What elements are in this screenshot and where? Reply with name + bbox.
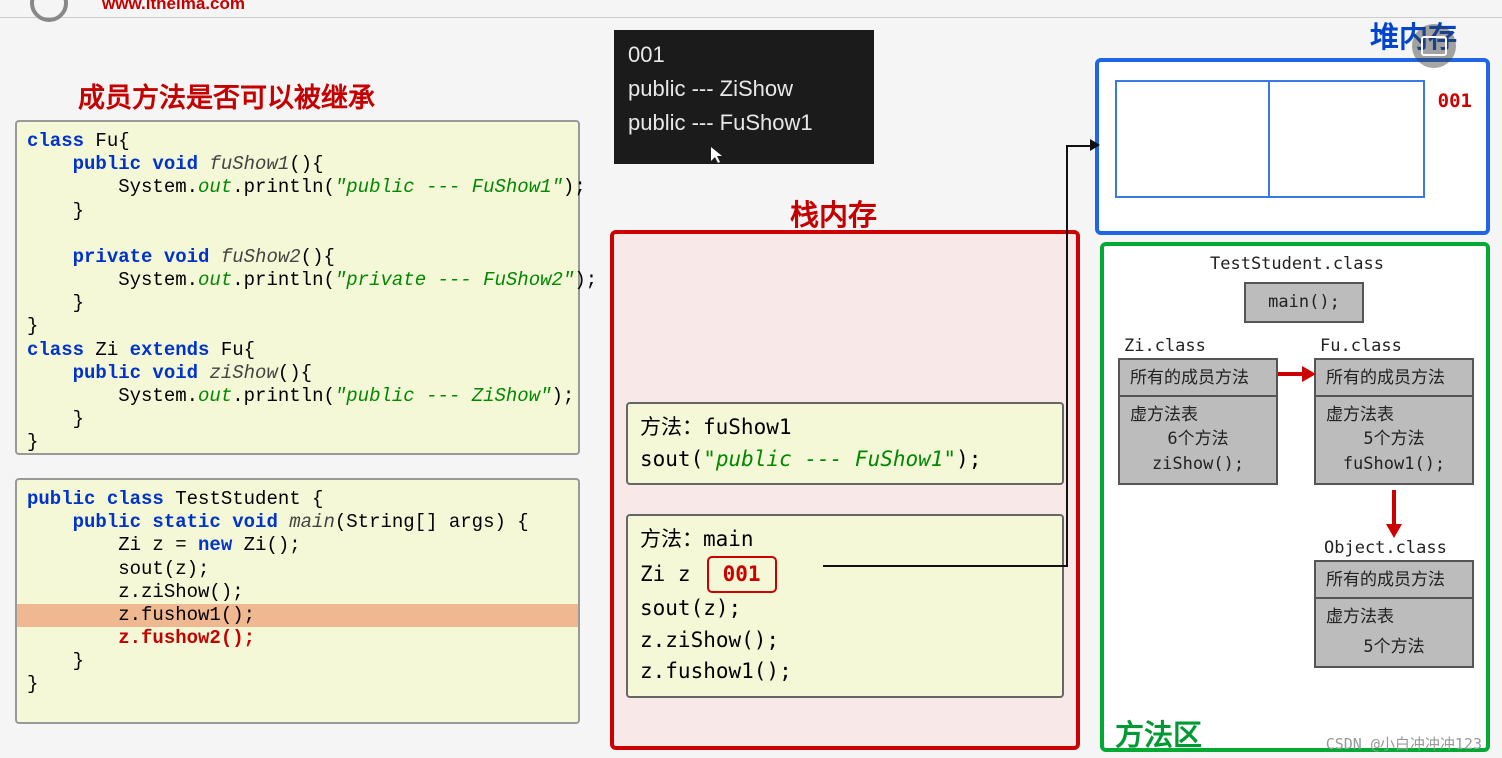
heap-object [1115,80,1425,198]
fu-class-box: 所有的成员方法 虚方法表 5个方法 fuShow1(); [1314,358,1474,485]
stack-frame-fushow1: 方法：fuShow1 sout("public --- FuShow1"); [626,402,1064,485]
main-method: main(); [1244,282,1364,323]
object-class-box: 所有的成员方法 虚方法表 5个方法 [1314,560,1474,668]
stack-title: 栈内存 [790,192,877,234]
arrow-head-icon [1090,139,1100,151]
console-output: 001 public --- ZiShow public --- FuShow1 [614,30,874,164]
watermark: CSDN @小白冲冲冲123 [1326,733,1482,754]
class-label: Fu.class [1320,336,1402,356]
zi-class-box: 所有的成员方法 虚方法表 6个方法 ziShow(); [1118,358,1278,485]
method-area-title: 方法区 [1115,712,1202,754]
code-test-student: public class TestStudent { public static… [15,478,580,724]
stack-frame-main: 方法：main Zi z001 sout(z); z.ziShow(); z.f… [626,514,1064,698]
arrow-head-icon [1386,524,1402,538]
console-line: public --- FuShow1 [628,106,860,140]
highlighted-line: z.fushow1(); [17,604,578,627]
console-line: public --- ZiShow [628,72,860,106]
section-title: 成员方法是否可以被继承 [78,76,375,115]
code-class-fu-zi: class Fu{ public void fuShow1(){ System.… [15,120,580,455]
arrow-head-icon [1302,366,1316,382]
overlay-icon [1412,24,1456,68]
stack-memory: 方法：fuShow1 sout("public --- FuShow1"); 方… [610,230,1080,750]
arrow-line [1066,145,1068,567]
site-url: www.itheima.com [102,0,245,14]
mouse-cursor-icon [710,146,722,162]
class-label: Zi.class [1124,336,1206,356]
arrow-line [1066,145,1093,147]
arrow-line [1278,372,1304,376]
class-label: TestStudent.class [1210,254,1384,274]
heap-cell [1115,80,1270,198]
arrow-line [1392,490,1396,526]
heap-cell [1270,80,1425,198]
console-line: 001 [628,38,860,72]
address-chip: 001 [707,556,777,594]
arrow-line [823,565,1068,567]
method-area: TestStudent.class main(); Zi.class 所有的成员… [1100,242,1490,752]
class-label: Object.class [1324,538,1447,558]
logo-icon [30,0,68,22]
heap-address: 001 [1438,90,1472,112]
heap-memory: 001 [1095,58,1490,235]
